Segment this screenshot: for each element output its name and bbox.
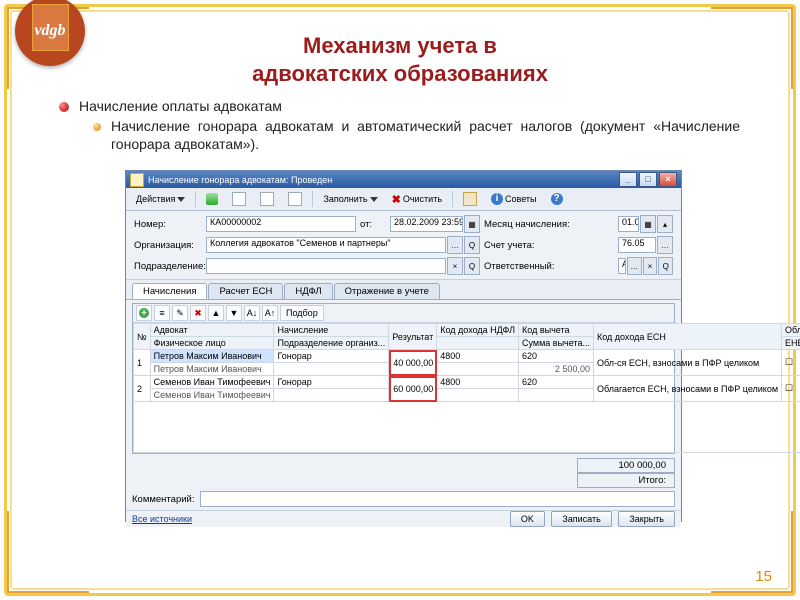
dept-label: Подразделение: — [134, 261, 202, 272]
header-fields: Номер: КА00000002 от: 28.02.2009 23:59:5… — [126, 211, 681, 280]
scroll-icon — [463, 192, 477, 206]
org-open-button[interactable]: Q — [464, 236, 480, 254]
dept-input[interactable] — [206, 258, 446, 274]
sources-link[interactable]: Все источники — [132, 514, 192, 524]
clear-button[interactable]: ✖Очистить — [386, 191, 448, 208]
close-button[interactable]: × — [659, 172, 677, 187]
copy-button[interactable] — [254, 190, 280, 208]
account-select-button[interactable]: … — [657, 236, 673, 254]
month-input[interactable]: 01.02.2009 — [618, 216, 639, 232]
page-number: 15 — [755, 568, 772, 585]
select-button[interactable]: Подбор — [280, 305, 324, 321]
minimize-button[interactable]: _ — [619, 172, 637, 187]
list-icon — [232, 192, 246, 206]
actions-menu[interactable]: Действия — [130, 192, 191, 206]
copy-icon — [260, 192, 274, 206]
bullet-level1: Начисление оплаты адвокатам — [59, 98, 740, 114]
chevron-down-icon — [370, 197, 378, 202]
print-button[interactable] — [457, 190, 483, 208]
resp-input[interactable]: Администратор — [618, 258, 626, 274]
copy-row-button[interactable]: ≡ — [154, 305, 170, 321]
help-button[interactable]: ? — [545, 191, 569, 207]
resp-open-button[interactable]: Q — [658, 257, 673, 275]
table-row-empty[interactable] — [134, 402, 800, 453]
date-input[interactable]: 28.02.2009 23:59:59 — [390, 216, 463, 232]
play-icon — [206, 193, 218, 205]
tab-accounting[interactable]: Отражение в учете — [334, 283, 440, 299]
chevron-down-icon — [177, 197, 185, 202]
doc-icon — [288, 192, 302, 206]
org-input[interactable]: Коллегия адвокатов "Семенов и партнеры" — [206, 237, 446, 253]
table-header: № Адвокат Начисление Результат Код доход… — [134, 324, 800, 337]
resp-clear-button[interactable]: × — [643, 257, 658, 275]
resp-select-button[interactable]: … — [627, 257, 642, 275]
sort-desc-button[interactable]: A↑ — [262, 305, 278, 321]
number-input[interactable]: КА00000002 — [206, 216, 356, 232]
ok-button[interactable]: OK — [510, 511, 545, 527]
moveup-button[interactable]: ▲ — [208, 305, 224, 321]
post2-button[interactable] — [282, 190, 308, 208]
toolbar: Действия Заполнить ✖Очистить iСоветы ? — [126, 188, 681, 211]
tab-accruals[interactable]: Начисления — [132, 283, 207, 299]
title-bar[interactable]: Начисление гонорара адвокатам: Проведен … — [126, 171, 681, 188]
post-button[interactable] — [200, 191, 224, 207]
dept-clear-button[interactable]: × — [447, 257, 463, 275]
org-label: Организация: — [134, 240, 202, 251]
edit-row-button[interactable]: ✎ — [172, 305, 188, 321]
list-button[interactable] — [226, 190, 252, 208]
resp-label: Ответственный: — [484, 261, 614, 272]
number-label: Номер: — [134, 219, 202, 230]
fill-button[interactable]: Заполнить — [317, 192, 383, 206]
date-picker-button[interactable]: ▦ — [464, 215, 480, 233]
totals: 100 000,00 Итого: — [132, 458, 675, 488]
grid: ≡ ✎ ✖ ▲ ▼ A↓ A↑ Подбор № Адвокат Начисле… — [132, 303, 675, 454]
tabs: Начисления Расчет ЕСН НДФЛ Отражение в у… — [126, 280, 681, 300]
dept-open-button[interactable]: Q — [464, 257, 480, 275]
month-up-button[interactable]: ▴ — [657, 215, 673, 233]
clear-icon: ✖ — [392, 193, 401, 206]
account-label: Счет учета: — [484, 240, 614, 251]
window-icon — [130, 173, 144, 187]
close-button-footer[interactable]: Закрыть — [618, 511, 675, 527]
month-spin-button[interactable]: ▦ — [640, 215, 656, 233]
grid-toolbar: ≡ ✎ ✖ ▲ ▼ A↓ A↑ Подбор — [133, 304, 674, 323]
sort-asc-button[interactable]: A↓ — [244, 305, 260, 321]
tab-ndfl[interactable]: НДФЛ — [284, 283, 332, 299]
movedown-button[interactable]: ▼ — [226, 305, 242, 321]
tips-button[interactable]: iСоветы — [485, 191, 542, 207]
add-row-button[interactable] — [136, 305, 152, 321]
slide-title: Механизм учета вадвокатских образованиях — [0, 32, 800, 87]
comment-input[interactable] — [200, 491, 675, 507]
delete-row-button[interactable]: ✖ — [190, 305, 206, 321]
account-input[interactable]: 76.05 — [618, 237, 656, 253]
org-select-button[interactable]: … — [447, 236, 463, 254]
app-window: Начисление гонорара адвокатам: Проведен … — [125, 170, 682, 522]
month-label: Месяц начисления: — [484, 219, 614, 230]
bullet-level2: Начисление гонорара адвокатам и автомати… — [93, 118, 740, 153]
date-label: от: — [360, 219, 386, 230]
table-row[interactable]: 2 Семенов Иван Тимофеевич Гонорар 60 000… — [134, 376, 800, 389]
logo-text: vdgb — [34, 22, 65, 40]
plus-icon — [139, 308, 149, 318]
table-row[interactable]: 1 Петров Максим Иванович Гонорар 40 000,… — [134, 350, 800, 363]
help-icon: ? — [551, 193, 563, 205]
window-title: Начисление гонорара адвокатам: Проведен — [148, 175, 332, 185]
tab-esn[interactable]: Расчет ЕСН — [208, 283, 283, 299]
save-button[interactable]: Записать — [551, 511, 611, 527]
comment-label: Комментарий: — [132, 494, 194, 505]
lightbulb-icon: i — [491, 193, 503, 205]
maximize-button[interactable]: □ — [639, 172, 657, 187]
